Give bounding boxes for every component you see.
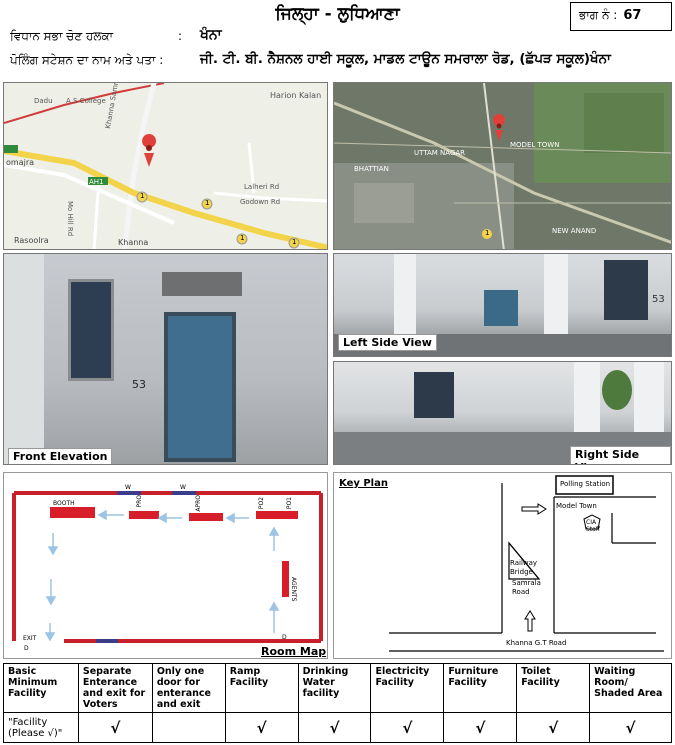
- front-vent: [162, 272, 242, 296]
- table-header: Only one door for enterance and exit: [151, 663, 226, 713]
- map-label-omajra: omajra: [6, 158, 35, 167]
- apro-label: APRO: [195, 495, 202, 512]
- map-label-godown: Godown Rd: [240, 198, 281, 206]
- facility-check[interactable]: [151, 712, 226, 743]
- agents-label: AGENTS: [290, 577, 297, 602]
- left-door: [484, 290, 518, 326]
- table-header: Electricity Facility: [370, 663, 445, 713]
- gt-road-label: Khanna G.T Road: [506, 639, 567, 647]
- sat-route-badge: 1: [485, 229, 490, 237]
- map-label-ah1: AH1: [89, 178, 104, 186]
- facility-check[interactable]: √: [443, 712, 518, 743]
- sat-label-bhattian: BHATTIAN: [354, 165, 389, 173]
- left-side-caption: Left Side View: [338, 334, 437, 351]
- window-label: W: [125, 484, 131, 491]
- table-header: Toilet Facility: [516, 663, 591, 713]
- po2-label: PO2: [258, 497, 265, 510]
- map-label-lalheri: Lalheri Rd: [244, 183, 280, 191]
- railway-bridge-label: Railway Bridge: [510, 559, 538, 576]
- sat-label-model-town: MODEL TOWN: [510, 141, 560, 149]
- constituency-label: ਵਿਧਾਨ ਸਭਾ ਚੋਣ ਹਲਕਾ: [10, 29, 114, 43]
- table-row: Basic Minimum Facility Separate Enteranc…: [3, 663, 672, 713]
- left-pillar: [4, 254, 44, 464]
- part-number-label: ਭਾਗ ਨੰ :: [579, 8, 618, 22]
- facility-check[interactable]: √: [516, 712, 591, 743]
- map-label-college: A S College: [66, 97, 106, 105]
- map-route-badge: 1: [240, 234, 245, 242]
- right-tree: [602, 370, 632, 410]
- facilities-table: Basic Minimum Facility Separate Enteranc…: [3, 663, 672, 743]
- constituency-value: ਖੰਨਾ: [200, 27, 222, 43]
- right-side-caption: Right Side View: [570, 446, 671, 464]
- sat-label-new-anand: NEW ANAND: [552, 227, 597, 235]
- map-label-mo-hill: Mo Hill Rd: [66, 201, 74, 237]
- map-label-harion: Harion Kalan: [270, 91, 322, 100]
- map-label-rasoolra: Rasoolra: [14, 236, 49, 245]
- window-label: W: [180, 484, 186, 491]
- map-route-badge: 1: [292, 238, 297, 246]
- entry-door-label: D: [282, 634, 287, 641]
- facility-check[interactable]: √: [589, 712, 672, 743]
- table-header: Separate Enterance and exit for Voters: [77, 663, 153, 713]
- exit-door-label: D: [24, 645, 29, 652]
- table-header: Furniture Facility: [443, 663, 518, 713]
- polling-station-label: Polling Station: [560, 480, 611, 488]
- pro-table: [129, 511, 159, 519]
- exit-label: EXIT: [23, 635, 37, 642]
- front-door: [164, 312, 236, 462]
- map-label-dadu: Dadu: [34, 97, 53, 105]
- room-map: BOOTH PRO APRO PO2 PO1 AGENTS W W EXIT D…: [3, 472, 328, 659]
- front-elevation-photo: 53 Front Elevation: [3, 253, 328, 465]
- front-elevation-caption: Front Elevation: [8, 448, 113, 464]
- left-side-photo: 53 Left Side View: [333, 253, 672, 357]
- road-map: Harion Kalan Dadu A S College Khanna Sam…: [3, 82, 328, 250]
- facility-check[interactable]: √: [224, 712, 299, 743]
- front-window: [68, 279, 114, 381]
- model-town-label: Model Town: [556, 502, 597, 510]
- road-map-drawing: [4, 83, 327, 249]
- booth-label: BOOTH: [53, 500, 75, 507]
- right-window: [414, 372, 454, 418]
- map-label-khanna: Khanna: [118, 238, 149, 247]
- left-pillar-a: [394, 254, 416, 334]
- facility-row-label: "Facility (Please √)": [3, 712, 79, 743]
- po1-label: PO1: [286, 497, 293, 510]
- pro-label: PRO: [136, 495, 143, 508]
- table-header: Ramp Facility: [224, 663, 299, 713]
- facility-check[interactable]: √: [77, 712, 153, 743]
- table-header: Waiting Room/ Shaded Area: [589, 663, 672, 713]
- constituency-colon: :: [178, 29, 183, 43]
- map-route-badge: 1: [140, 192, 145, 200]
- sat-label-uttam-nagar: UTTAM NAGAR: [414, 149, 466, 157]
- facility-check[interactable]: √: [370, 712, 445, 743]
- station-address: ਜੀ. ਟੀ. ਬੀ. ਨੈਸ਼ਨਲ ਹਾਈ ਸਕੂਲ, ਮਾਡਲ ਟਾਊਨ ਸ…: [200, 51, 611, 67]
- satellite-map: MODEL TOWN UTTAM NAGAR BHATTIAN NEW ANAN…: [333, 82, 672, 250]
- station-label: ਪੋਲਿੰਗ ਸਟੇਸ਼ਨ ਦਾ ਨਾਮ ਅਤੇ ਪਤਾ :: [10, 53, 164, 67]
- apro-table: [189, 513, 223, 521]
- left-wall-text: 53: [652, 294, 665, 305]
- part-number: 67: [623, 8, 642, 23]
- table-row: "Facility (Please √)" √ √ √ √ √ √ √: [3, 712, 672, 743]
- booth-table: [50, 507, 95, 518]
- map-route-badge: 1: [205, 199, 210, 207]
- facility-check[interactable]: √: [297, 712, 372, 743]
- agents-table: [282, 561, 289, 597]
- room-map-title: Room Map: [261, 645, 327, 658]
- left-window: [604, 260, 648, 320]
- key-plan-drawing: [389, 475, 664, 652]
- key-plan-title: Key Plan: [339, 478, 388, 489]
- po-table: [256, 511, 298, 519]
- table-header: Basic Minimum Facility: [3, 663, 79, 713]
- left-pillar-b: [544, 254, 568, 340]
- front-wall-text: 53: [132, 378, 146, 391]
- right-side-photo: Right Side View: [333, 361, 672, 465]
- key-plan: Key Plan Polling Station Model Town CIA …: [333, 472, 672, 659]
- table-header: Drinking Water facility: [297, 663, 372, 713]
- samrala-road-label: Samrala Road: [512, 579, 541, 596]
- part-number-box: ਭਾਗ ਨੰ : 67: [570, 2, 672, 31]
- cia-staff-label: CIA Staff: [586, 519, 600, 533]
